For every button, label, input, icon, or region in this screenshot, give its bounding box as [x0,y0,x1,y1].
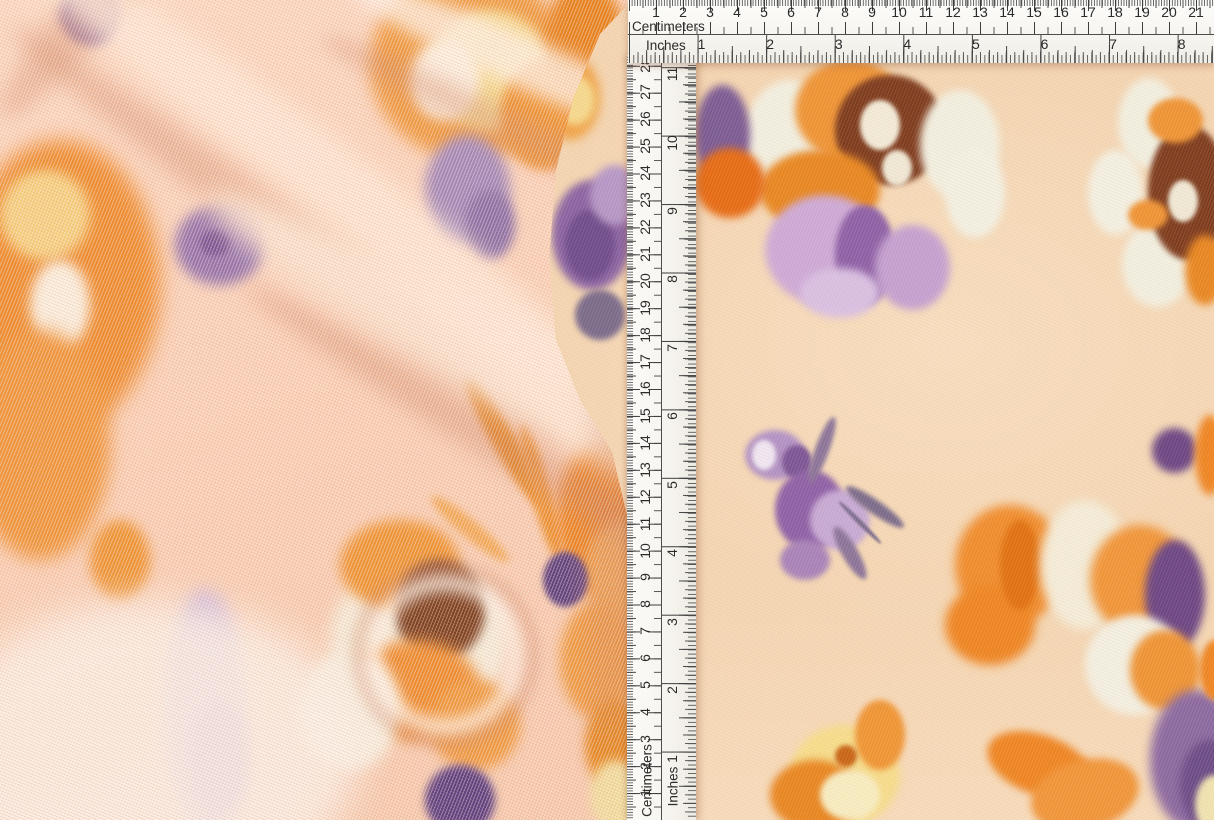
draped-mesh-fabric [0,0,660,820]
ruler-number: 6 [665,406,679,426]
horizontal-ruler-cm-inner-ticks [628,22,1214,34]
vertical-ruler: Centimeters Inches 123456789101112131415… [627,55,696,820]
ruler-number: 2 [665,680,679,700]
ruler-number: 15 [1024,5,1044,19]
horizontal-ruler-inch-ticks [628,35,1214,63]
ruler-number: 19 [1132,5,1152,19]
ruler-number: 10 [638,541,652,561]
ruler-number: 12 [638,487,652,507]
ruler-number: 7 [1103,37,1123,51]
ruler-number: 7 [638,621,652,641]
fabric-photo: Centimeters Inches 123456789101112131415… [0,0,1214,820]
ruler-number: 7 [665,338,679,358]
ruler-number: 9 [862,5,882,19]
ruler-number: 27 [638,82,652,102]
ruler-number: 5 [754,5,774,19]
ruler-number: 8 [835,5,855,19]
ruler-number: 2 [760,37,780,51]
ruler-number: 18 [1105,5,1125,19]
horizontal-ruler-inch-label: Inches [646,38,686,53]
ruler-number: 6 [781,5,801,19]
ruler-number: 2 [673,5,693,19]
ruler-number: 6 [1034,37,1054,51]
ruler-number: 24 [638,163,652,183]
ruler-number: 13 [638,460,652,480]
ruler-number: 9 [665,201,679,221]
ruler-number: 11 [916,5,936,19]
ruler-number: 5 [638,675,652,695]
ruler-number: 5 [966,37,986,51]
ruler-number: 15 [638,406,652,426]
ruler-number: 9 [638,567,652,587]
ruler-number: 8 [665,269,679,289]
ruler-number: 16 [638,379,652,399]
vertical-ruler-inch-ticks [662,55,696,820]
ruler-number: 18 [638,325,652,345]
ruler-number: 20 [1159,5,1179,19]
ruler-number: 5 [665,475,679,495]
ruler-number: 3 [665,612,679,632]
ruler-number: 19 [638,298,652,318]
ruler-number: 8 [1172,37,1192,51]
ruler-number: 11 [638,514,652,534]
ruler-number: 10 [665,133,679,153]
ruler-number: 3 [700,5,720,19]
ruler-number: 10 [889,5,909,19]
ruler-number: 4 [897,37,917,51]
horizontal-ruler: Centimeters Inches 123456789101112131415… [628,0,1214,63]
ruler-number: 4 [665,543,679,563]
ruler-number: 12 [943,5,963,19]
ruler-number: 17 [638,352,652,372]
ruler-number: 22 [638,217,652,237]
ruler-number: 1 [692,37,712,51]
ruler-number: 1 [646,5,666,19]
ruler-number: 2 [638,756,652,776]
ruler-number: 4 [727,5,747,19]
ruler-number: 23 [638,190,652,210]
ruler-number: 8 [638,594,652,614]
ruler-number: 7 [808,5,828,19]
ruler-number: 11 [665,64,679,84]
ruler-number: 3 [829,37,849,51]
mesh-texture [0,0,660,820]
ruler-number: 26 [638,109,652,129]
ruler-number: 4 [638,702,652,722]
horizontal-ruler-cm-label: Centimeters [632,19,705,34]
ruler-number: 3 [638,729,652,749]
ruler-number: 20 [638,271,652,291]
ruler-number: 1 [665,749,679,769]
ruler-number: 21 [638,244,652,264]
ruler-number: 14 [638,433,652,453]
ruler-number: 21 [1186,5,1206,19]
ruler-number: 16 [1051,5,1071,19]
ruler-number: 25 [638,136,652,156]
ruler-number: 6 [638,648,652,668]
ruler-number: 1 [638,783,652,803]
ruler-number: 17 [1078,5,1098,19]
ruler-number: 14 [997,5,1017,19]
ruler-number: 13 [970,5,990,19]
